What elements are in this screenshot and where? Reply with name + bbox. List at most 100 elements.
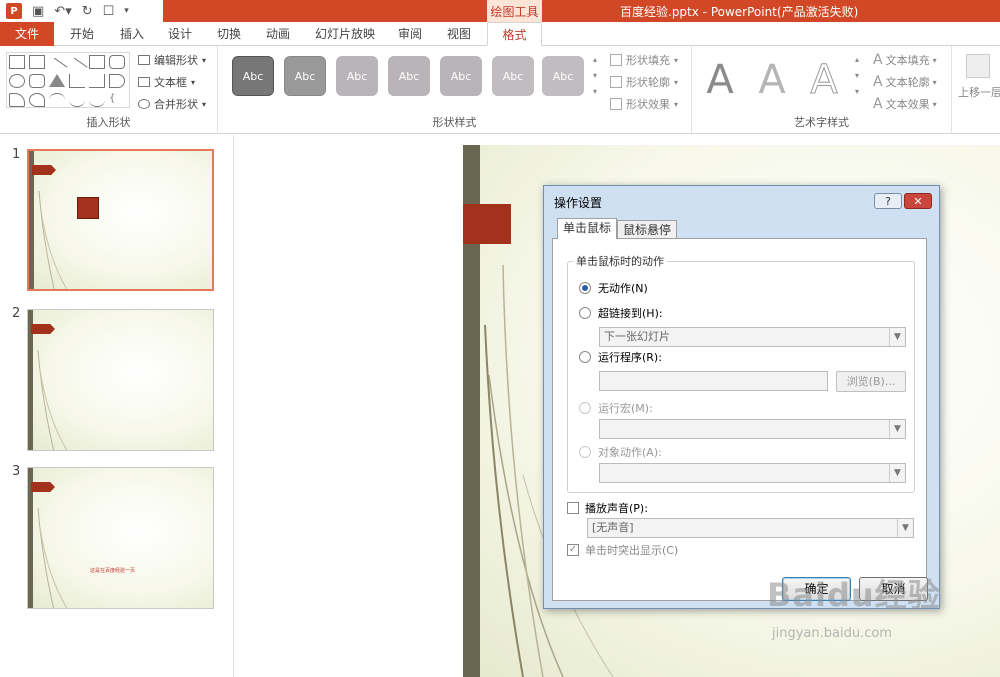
rounded-rectangle-shape-icon[interactable] [29,74,45,88]
pen-icon [610,76,622,88]
arc-shape-icon[interactable] [69,93,85,107]
browse-button[interactable]: 浏览(B)... [836,371,906,392]
shape-outline-button[interactable]: 形状轮廓 ▾ [610,74,678,90]
wordart-style-3[interactable]: A [800,56,848,104]
edit-shape-label: 编辑形状 [154,54,198,67]
wordart-gallery-scroll[interactable]: ▴ ▾ ▾ [852,52,862,102]
shape-style-6[interactable]: Abc [492,56,534,96]
wordart-style-1[interactable]: A [696,56,744,104]
shape-fill-label: 形状填充 [626,54,670,67]
text-fill-label: 文本填充 [885,54,930,67]
freeform-shape-icon[interactable] [89,93,105,107]
chevron-down-icon: ▾ [932,77,937,87]
radio-button[interactable] [579,402,591,414]
undo-icon[interactable]: ↶▾ [54,4,71,19]
macro-select[interactable]: ▼ [599,419,906,439]
pentagon-shape-icon[interactable] [9,93,25,107]
rounded-rectangle-shape-icon[interactable] [109,55,125,69]
shape-effects-button[interactable]: 形状效果 ▾ [610,96,678,112]
customize-icon[interactable]: ▾ [124,6,129,16]
rectangle-shape-icon[interactable] [89,55,105,69]
radio-button[interactable] [579,351,591,363]
hyperlink-select[interactable]: 下一张幻灯片 ▼ [599,327,906,347]
hyperlink-select-value: 下一张幻灯片 [604,330,670,343]
chevron-down-icon: ▼ [889,420,905,438]
merge-shapes-button[interactable]: 合并形状 ▾ [138,96,206,112]
text-box-button[interactable]: 文本框 ▾ [138,74,195,90]
chevron-down-icon: ▾ [674,77,679,87]
shapes-gallery[interactable]: { [6,52,130,108]
text-fill-button[interactable]: A 文本填充 ▾ [873,52,937,68]
tab-mouse-over[interactable]: 鼠标悬停 [617,220,678,240]
click-action-group-label: 单击鼠标时的动作 [573,253,667,269]
edit-shape-button[interactable]: 编辑形状 ▾ [138,52,206,68]
ribbon-tab-bar: 文件 开始 插入 设计 切换 动画 幻灯片放映 审阅 视图 格式 [0,22,1000,46]
tab-design[interactable]: 设计 [158,22,202,46]
no-action-option[interactable]: 无动作(N) [579,280,648,296]
tab-file[interactable]: 文件 [0,22,54,46]
ok-button[interactable]: 确定 [782,577,851,601]
arrange-group: 上移一层 [952,46,1000,134]
callout-shape-icon[interactable] [29,93,45,107]
bring-forward-button[interactable]: 上移一层 [958,84,1000,100]
radio-button[interactable] [579,282,591,294]
run-program-option[interactable]: 运行程序(R): [579,349,662,365]
run-macro-option[interactable]: 运行宏(M): [579,400,653,416]
shape-style-4[interactable]: Abc [388,56,430,96]
cancel-button[interactable]: 取消 [859,577,928,601]
tab-insert[interactable]: 插入 [110,22,154,46]
rectangle-shape-icon[interactable] [9,55,25,69]
hyperlink-option[interactable]: 超链接到(H): [579,305,663,321]
tab-animations[interactable]: 动画 [256,22,300,46]
text-outline-button[interactable]: A 文本轮廓 ▾ [873,74,937,90]
object-action-option[interactable]: 对象动作(A): [579,444,662,460]
highlight-click-option[interactable]: ✓ 单击时突出显示(C) [567,542,678,558]
presenter-icon[interactable]: ☐ [103,4,115,19]
elbow-connector-icon[interactable] [89,74,105,88]
object-action-select[interactable]: ▼ [599,463,906,483]
radio-button[interactable] [579,307,591,319]
tab-format[interactable]: 格式 [487,22,542,46]
shape-outline-label: 形状轮廓 [626,76,670,89]
help-button[interactable]: ? [874,193,902,209]
checkbox[interactable]: ✓ [567,544,579,556]
slide-thumbnail-2[interactable] [27,309,214,451]
shape-style-3[interactable]: Abc [336,56,378,96]
oval-shape-icon[interactable] [9,74,25,88]
textbox-shape-icon[interactable] [29,55,45,69]
slide-thumbnail-1[interactable] [27,149,214,291]
curve-shape-icon[interactable] [49,93,65,107]
slide-thumbnail-3[interactable]: 这是在百度经验一页 [27,467,214,609]
bring-forward-icon[interactable] [966,54,990,78]
tab-home[interactable]: 开始 [60,22,104,46]
shape-fill-button[interactable]: 形状填充 ▾ [610,52,678,68]
tab-slideshow[interactable]: 幻灯片放映 [310,22,380,46]
radio-button[interactable] [579,446,591,458]
tab-view[interactable]: 视图 [437,22,481,46]
style-gallery-scroll[interactable]: ▴ ▾ ▾ [590,52,600,102]
sound-select[interactable]: [无声音] ▼ [587,518,914,538]
dialog-body: 单击鼠标时的动作 无动作(N) 超链接到(H): 下一张幻灯片 ▼ 运行程序(R… [552,238,927,601]
close-button[interactable]: ✕ [904,193,932,209]
tab-review[interactable]: 审阅 [388,22,432,46]
shape-style-5[interactable]: Abc [440,56,482,96]
text-effects-icon: A [873,96,883,112]
play-sound-option[interactable]: 播放声音(P): [567,500,648,516]
slide-red-square[interactable] [77,197,99,219]
wordart-style-2[interactable]: A [748,56,796,104]
title-bar: P ▣ ↶▾ ↻ ☐ ▾ 绘图工具 百度经验.pptx - PowerPoint… [0,0,1000,22]
slide-decoration-curves [38,190,68,289]
shape-style-2[interactable]: Abc [284,56,326,96]
text-effects-button[interactable]: A 文本效果 ▾ [873,96,937,112]
program-path-input[interactable] [599,371,828,391]
powerpoint-logo-icon: P [6,3,22,19]
shape-style-1[interactable]: Abc [232,56,274,96]
redo-icon[interactable]: ↻ [82,4,93,19]
brace-shape-icon[interactable]: { [109,93,125,107]
checkbox[interactable] [567,502,579,514]
arrow-shape-icon[interactable] [109,74,125,88]
tab-transitions[interactable]: 切换 [207,22,251,46]
tab-mouse-click[interactable]: 单击鼠标 [557,218,618,239]
save-icon[interactable]: ▣ [32,4,44,19]
shape-style-7[interactable]: Abc [542,56,584,96]
